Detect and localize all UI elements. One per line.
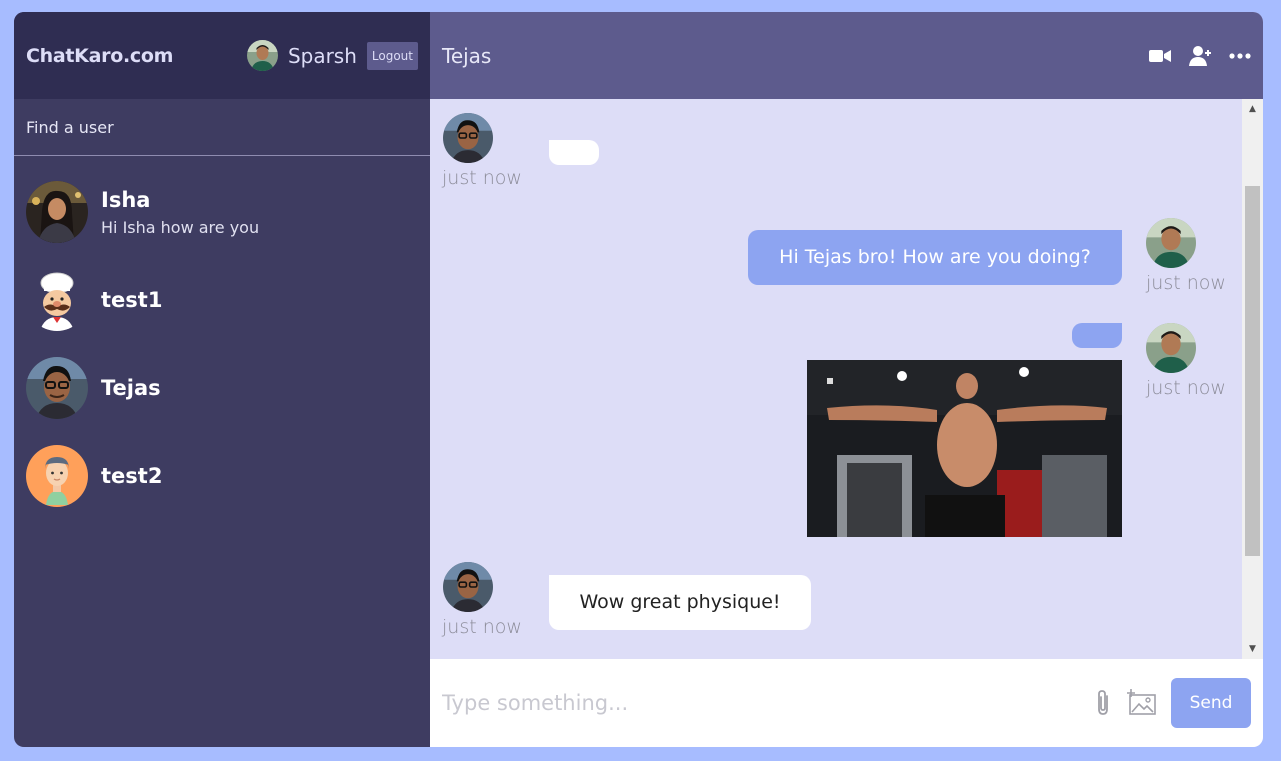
chat-info: test2 (101, 464, 162, 488)
chat-title: Tejas (442, 43, 492, 68)
chat-name: Isha (101, 187, 151, 212)
chat-name: test1 (101, 288, 163, 312)
message-input-bar: Send (430, 659, 1263, 747)
message-bubble (549, 140, 599, 165)
app-logo: ChatKaro.com (26, 44, 174, 67)
chat-pane: Tejas just now just now Hi Tejas bro! Ho… (430, 12, 1263, 747)
user-search (14, 99, 430, 156)
avatar (443, 562, 493, 612)
sidebar-navbar: ChatKaro.com Sparsh Logout (14, 12, 430, 99)
chat-header: Tejas (430, 12, 1263, 99)
message-bubble (1072, 323, 1122, 348)
paperclip-icon[interactable] (1093, 689, 1113, 717)
chat-app: ChatKaro.com Sparsh Logout Find a user I… (14, 12, 1263, 747)
current-user: Sparsh Logout (246, 40, 418, 71)
avatar (26, 357, 88, 419)
avatar (26, 269, 88, 331)
send-tools: Send (1093, 678, 1251, 728)
avatar (443, 113, 493, 163)
scroll-down-arrow-icon[interactable]: ▼ (1242, 639, 1263, 659)
sidebar: ChatKaro.com Sparsh Logout Find a user I… (14, 12, 430, 747)
scroll-up-arrow-icon[interactable]: ▲ (1242, 99, 1263, 119)
chat-item-test1[interactable]: test1 (14, 256, 430, 344)
logout-button[interactable]: Logout (366, 41, 418, 70)
messages-scrollbar[interactable]: ▲ ▼ (1242, 99, 1263, 659)
message-time: just now (442, 616, 522, 638)
avatar (1146, 218, 1196, 268)
scrollbar-thumb[interactable] (1245, 186, 1260, 556)
avatar (26, 181, 88, 243)
chat-item-tejas[interactable]: Tejas (14, 344, 430, 432)
add-user-icon[interactable] (1189, 45, 1211, 67)
more-dots-icon[interactable] (1229, 52, 1251, 59)
messages-list[interactable]: just now just now Hi Tejas bro! How are … (430, 99, 1263, 659)
chat-list: Isha Hi Isha how are you test1 Tejas tes… (14, 156, 430, 520)
message-image[interactable] (807, 360, 1122, 537)
avatar (1146, 323, 1196, 373)
chat-item-isha[interactable]: Isha Hi Isha how are you (14, 168, 430, 256)
current-user-avatar (246, 40, 278, 71)
avatar (26, 445, 88, 507)
message-bubble: Wow great physique! (549, 575, 811, 630)
chat-info: Tejas (101, 376, 161, 400)
current-user-name: Sparsh (287, 43, 357, 68)
message-bubble: Hi Tejas bro! How are you doing? (748, 230, 1122, 285)
message-time: just now (1146, 377, 1226, 399)
chat-name: Tejas (101, 376, 161, 400)
chat-last-message: Hi Isha how are you (101, 217, 260, 237)
chat-item-test2[interactable]: test2 (14, 432, 430, 520)
send-button[interactable]: Send (1171, 678, 1251, 728)
chat-info: Isha Hi Isha how are you (101, 188, 259, 237)
search-input[interactable] (26, 117, 418, 137)
message-time: just now (1146, 272, 1226, 294)
message-input[interactable] (442, 691, 1093, 715)
add-image-icon[interactable] (1127, 689, 1157, 717)
chat-actions (1149, 45, 1251, 67)
video-camera-icon[interactable] (1149, 48, 1171, 64)
chat-info: test1 (101, 288, 162, 312)
chat-name: test2 (101, 464, 163, 488)
message-time: just now (442, 167, 522, 189)
